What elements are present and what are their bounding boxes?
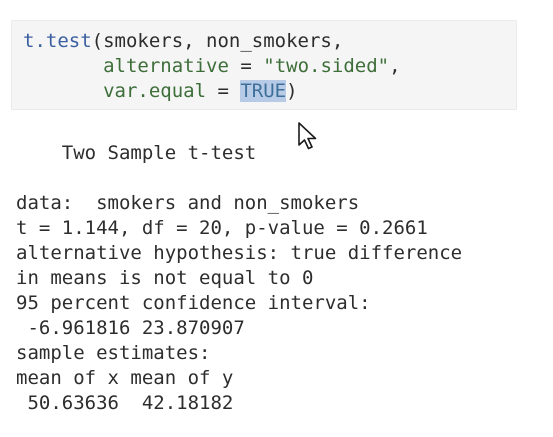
- arg-alternative-value: "two.sided": [263, 55, 390, 77]
- output-data-line: data: smokers and non_smokers: [16, 192, 360, 214]
- output-alt-hypothesis-2: in means is not equal to 0: [16, 267, 314, 289]
- positional-args: smokers, non_smokers,: [103, 30, 344, 52]
- output-estimates-label: sample estimates:: [16, 342, 211, 364]
- output-estimates-header: mean of x mean of y: [16, 367, 234, 389]
- code-line-3: var.equal = TRUE): [23, 79, 298, 104]
- open-paren: (: [91, 30, 104, 52]
- output-title: Two Sample t-test: [16, 142, 257, 164]
- mouse-pointer-icon: [298, 122, 317, 150]
- equals-sign: =: [228, 55, 264, 77]
- arg-var-equal-name: var.equal: [103, 80, 207, 102]
- code-line-2: alternative = "two.sided",: [23, 54, 401, 79]
- arg-alternative-name: alternative: [103, 55, 229, 77]
- output-ci-label: 95 percent confidence interval:: [16, 292, 371, 314]
- close-paren: ): [286, 80, 298, 102]
- selected-text-true[interactable]: TRUE: [240, 80, 287, 102]
- output-alt-hypothesis-1: alternative hypothesis: true difference: [16, 242, 463, 264]
- output-ci-values: -6.961816 23.870907: [16, 317, 245, 339]
- output-stats-line: t = 1.144, df = 20, p-value = 0.2661: [16, 217, 428, 239]
- code-block[interactable]: t.test(smokers, non_smokers, alternative…: [11, 20, 517, 110]
- output-estimates-values: 50.63636 42.18182: [16, 392, 234, 414]
- code-line-1: t.test(smokers, non_smokers,: [23, 29, 343, 54]
- equals-sign: =: [206, 80, 241, 102]
- function-name: t.test: [23, 30, 92, 52]
- comma: ,: [389, 55, 401, 77]
